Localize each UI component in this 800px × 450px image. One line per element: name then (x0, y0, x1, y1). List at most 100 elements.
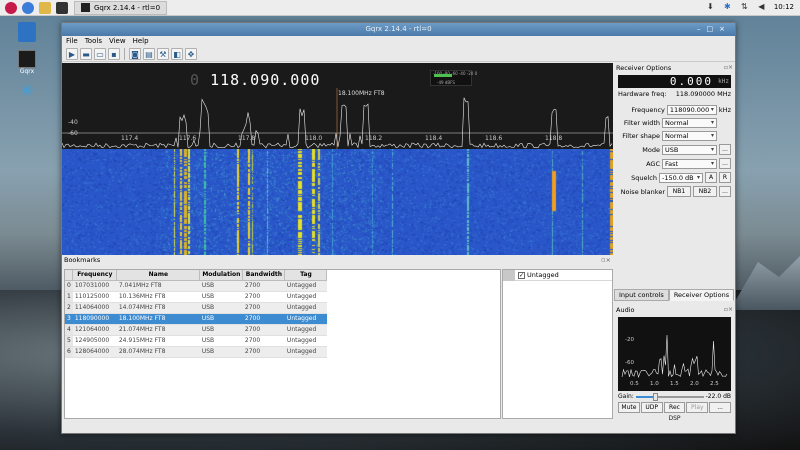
start-dsp-icon[interactable]: ▶ (66, 48, 78, 60)
hardware-freq-row: Hardware freq: 118.090000 MHz (614, 90, 735, 98)
top-panel: Gqrx 2.14.4 - rtl=0 ⬇ ✱ ⇅ ◀ 10:12 (0, 0, 800, 16)
audio-x-label: 1.5 (670, 381, 679, 387)
menu-help[interactable]: Help (133, 36, 149, 47)
desktop-sdr-app[interactable]: ✳ (14, 82, 40, 100)
clock[interactable]: 10:12 (774, 3, 794, 11)
tag-checkbox[interactable]: ✓ (518, 271, 525, 279)
dock-close-icon[interactable]: ▫× (724, 305, 733, 315)
mode-options-button[interactable]: ... (719, 144, 731, 155)
audio-x-label: 1.0 (650, 381, 659, 387)
gain-slider-handle[interactable] (653, 392, 659, 401)
waterfall-icon[interactable]: ◧ (171, 48, 183, 60)
minimize-icon[interactable]: – (697, 25, 707, 33)
mode-label: Mode (642, 145, 660, 154)
x-tick: 117.4 (121, 135, 139, 142)
mute-button[interactable]: Mute (618, 402, 640, 413)
tag-list: ✓ Untagged (502, 269, 613, 419)
network-icon[interactable]: ⇅ (740, 2, 749, 11)
desktop-mountain (730, 256, 800, 310)
col-tag[interactable]: Tag (284, 270, 328, 281)
dock-close-icon[interactable]: ▫× (601, 255, 611, 265)
desktop-gqrx[interactable]: Gqrx (14, 50, 40, 75)
browser-icon[interactable] (22, 1, 34, 14)
dock-close-icon[interactable]: ▫× (724, 63, 733, 73)
udp-button[interactable]: UDP (640, 402, 663, 413)
volume-icon[interactable]: ◀ (757, 2, 766, 11)
desktop-gqrx-label: Gqrx (19, 68, 35, 75)
toolbar: ▶ ▬ ▭ ▪ ◙ ▤ ⚒ ◧ ✥ (62, 47, 735, 62)
col-frequency[interactable]: Frequency (72, 270, 118, 281)
close-icon[interactable]: × (719, 25, 731, 33)
waterfall-display[interactable] (62, 149, 613, 255)
frequency-spinbox[interactable]: 118090.000 (666, 105, 717, 115)
mode-select[interactable]: USB (662, 144, 717, 155)
squelch-spinbox[interactable]: -150.0 dB (659, 172, 703, 183)
frequency-unit: kHz (718, 106, 731, 114)
x-tick: 118.4 (425, 135, 443, 142)
x-tick: 118.0 (305, 135, 323, 142)
desktop-trash[interactable] (14, 22, 40, 42)
squelch-row: Squelch -150.0 dB A R (614, 172, 735, 183)
audio-options-button[interactable]: ... (709, 402, 731, 413)
offset-frequency-display[interactable]: 0.000 kHz (618, 75, 731, 88)
menu-file[interactable]: File (66, 36, 78, 47)
window-controls: –□× (697, 23, 731, 36)
col-modulation[interactable]: Modulation (199, 270, 244, 281)
squelch-auto-button[interactable]: A (705, 172, 717, 183)
col-bandwidth[interactable]: Bandwidth (242, 270, 286, 281)
window-titlebar[interactable]: Gqrx 2.14.4 - rtl=0 –□× (62, 23, 735, 36)
squelch-reset-button[interactable]: R (719, 172, 731, 183)
sweep-icon[interactable]: ✥ (185, 48, 197, 60)
nb-options-button[interactable]: ... (719, 186, 731, 197)
table-row-selected[interactable]: 3 118090000 18.100MHz FT8 USB 2700 Untag… (65, 313, 327, 325)
table-row[interactable]: 0 107031000 7.041MHz FT8 USB 2700 Untagg… (65, 280, 327, 292)
table-row[interactable]: 1 110125000 10.136MHz FT8 USB 2700 Untag… (65, 291, 327, 303)
table-row[interactable]: 5 124905000 24.915MHz FT8 USB 2700 Untag… (65, 335, 327, 347)
file-manager-icon[interactable] (39, 1, 51, 14)
maximize-icon[interactable]: □ (707, 25, 720, 33)
noise-blanker-row: Noise blanker NB1 NB2 ... (614, 186, 735, 197)
frequency-label: Frequency (631, 106, 665, 114)
updates-icon[interactable]: ⬇ (706, 2, 715, 11)
filter-width-select[interactable]: Normal (662, 118, 717, 128)
terminal-icon[interactable] (56, 1, 68, 14)
trash-icon (18, 22, 36, 42)
gain-slider[interactable] (635, 392, 704, 401)
iq-tool-icon[interactable]: ▤ (143, 48, 155, 60)
raspberry-menu-icon[interactable] (5, 1, 17, 14)
filter-width-row: Filter width Normal (614, 118, 735, 128)
audio-fft-trace (621, 334, 728, 379)
remote-control-icon[interactable]: ⚒ (157, 48, 169, 60)
io-devices-icon[interactable]: ▬ (80, 48, 92, 60)
screenshot-icon[interactable]: ◙ (129, 48, 141, 60)
agc-options-button[interactable]: ... (719, 158, 731, 169)
frequency-row: Frequency 118090.000 kHz (614, 105, 735, 115)
save-settings-icon[interactable]: ▪ (108, 48, 120, 60)
bluetooth-icon[interactable]: ✱ (723, 2, 732, 11)
tab-input-controls[interactable]: Input controls (614, 289, 669, 301)
filter-width-label: Filter width (623, 119, 660, 127)
menu-tools[interactable]: Tools (85, 36, 102, 47)
dsp-label: DSP (668, 415, 681, 422)
audio-dock: Audio ▫× -20 -60 0.5 1.0 1.5 2.0 2.5 Gai… (614, 305, 735, 422)
play-button[interactable]: Play (686, 402, 709, 413)
rec-button[interactable]: Rec (663, 402, 686, 413)
col-name[interactable]: Name (116, 270, 201, 281)
tab-receiver-options[interactable]: Receiver Options (668, 289, 735, 301)
x-tick: 118.2 (365, 135, 383, 142)
taskbar-gqrx-button[interactable]: Gqrx 2.14.4 - rtl=0 (74, 0, 168, 15)
load-settings-icon[interactable]: ▭ (94, 48, 106, 60)
table-row[interactable]: 2 114064000 14.074MHz FT8 USB 2700 Untag… (65, 302, 327, 314)
table-row[interactable]: 4 121064000 21.074MHz FT8 USB 2700 Untag… (65, 324, 327, 336)
agc-select[interactable]: Fast (662, 158, 717, 169)
nb1-button[interactable]: NB1 (667, 186, 691, 197)
tag-color-swatch (503, 269, 515, 281)
bookmarks-table: Frequency Name Modulation Bandwidth Tag … (64, 269, 501, 419)
table-row[interactable]: 6 128064000 28.074MHz FT8 USB 2700 Untag… (65, 346, 327, 358)
filter-shape-select[interactable]: Normal (662, 131, 717, 141)
menu-view[interactable]: View (109, 36, 126, 47)
tag-item[interactable]: ✓ Untagged (503, 269, 612, 281)
offset-unit: kHz (718, 78, 729, 85)
dock-tabs: Input controls Receiver Options (614, 289, 735, 301)
nb2-button[interactable]: NB2 (693, 186, 717, 197)
